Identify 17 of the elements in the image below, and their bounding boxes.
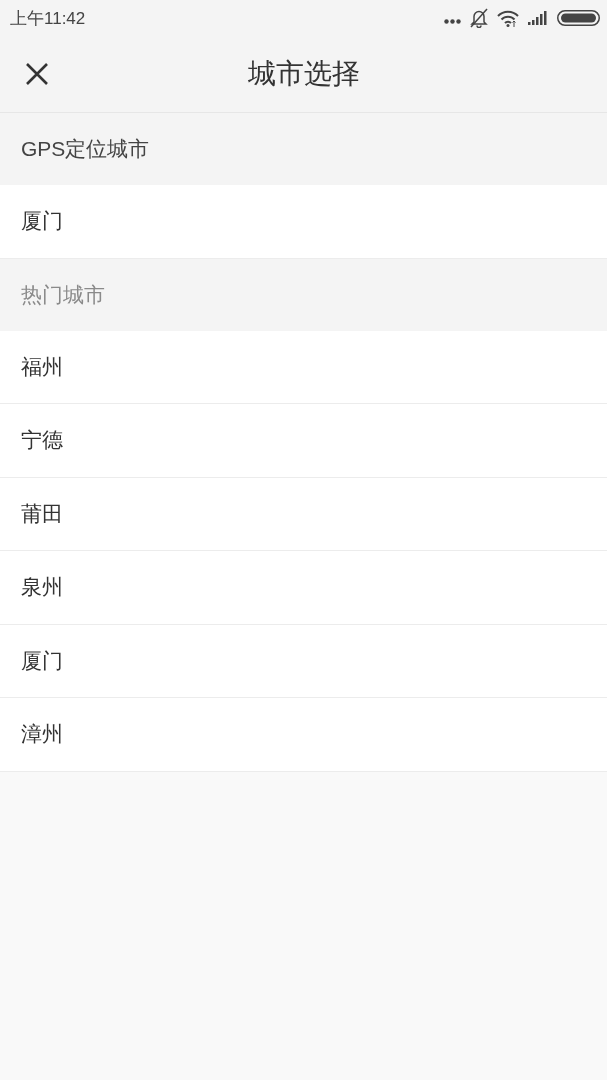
bell-off-icon (470, 8, 488, 28)
close-icon (25, 62, 49, 86)
city-item[interactable]: 福州 (0, 330, 607, 404)
city-item[interactable]: 漳州 (0, 698, 607, 772)
page-title: 城市选择 (247, 57, 360, 91)
wifi-icon (497, 9, 519, 27)
city-item[interactable]: 莆田 (0, 477, 607, 551)
signal-icon (528, 11, 548, 25)
city-item[interactable]: 泉州 (0, 551, 607, 625)
section-title: GPS定位城市 (21, 136, 150, 162)
section-title: 热门城市 (21, 281, 105, 308)
battery-icon (557, 10, 600, 26)
status-time: 上午11:42 (10, 7, 86, 30)
city-item[interactable]: 宁德 (0, 404, 607, 478)
city-item[interactable]: 厦门 (0, 624, 607, 698)
city-item[interactable]: 厦门 (0, 185, 607, 259)
more-dots-icon (444, 18, 461, 24)
